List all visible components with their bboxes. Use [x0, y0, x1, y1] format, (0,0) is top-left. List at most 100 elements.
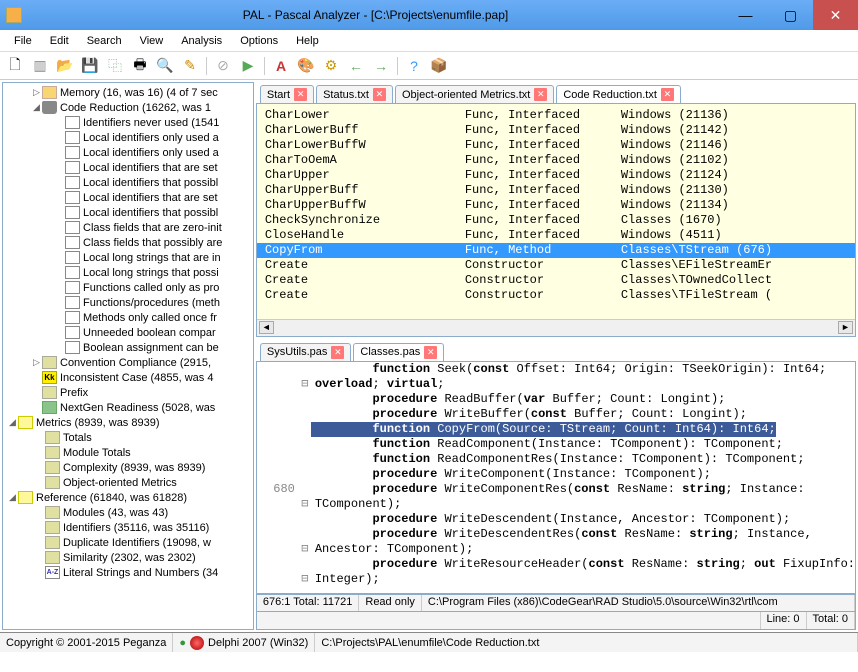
minimize-button[interactable]: — [723, 0, 768, 30]
save-button[interactable]: 💾 [79, 55, 101, 77]
close-icon[interactable]: ✕ [294, 88, 307, 101]
source-panel[interactable]: function Seek(const Offset: Int64; Origi… [256, 361, 856, 595]
copy-button[interactable]: ⿻ [104, 55, 126, 77]
tree-node[interactable]: Boolean assignment can be [3, 340, 253, 355]
report-row[interactable]: CharLowerBuffFunc, InterfacedWindows (21… [257, 123, 855, 138]
tree-node[interactable]: Local identifiers that possibl [3, 175, 253, 190]
menu-help[interactable]: Help [288, 33, 327, 49]
source-line[interactable]: ⊟Ancestor: TComponent); [257, 542, 855, 557]
report-row[interactable]: CopyFromFunc, MethodClasses\TStream (676… [257, 243, 855, 258]
tree-node[interactable]: ▷Memory (16, was 16) (4 of 7 sec [3, 85, 253, 100]
tree-node[interactable]: Local identifiers only used a [3, 145, 253, 160]
close-icon[interactable]: ✕ [534, 88, 547, 101]
tree-node[interactable]: NextGen Readiness (5028, was [3, 400, 253, 415]
tree-node[interactable]: Local long strings that possi [3, 265, 253, 280]
source-line[interactable]: procedure WriteDescendentRes(const ResNa… [257, 527, 855, 542]
menu-file[interactable]: File [6, 33, 40, 49]
tree-node[interactable]: Totals [3, 430, 253, 445]
tree-node[interactable]: Local long strings that are in [3, 250, 253, 265]
tree-node[interactable]: Identifiers (35116, was 35116) [3, 520, 253, 535]
close-icon[interactable]: ✕ [424, 346, 437, 359]
tree-node[interactable]: Unneeded boolean compar [3, 325, 253, 340]
tree-node[interactable]: Prefix [3, 385, 253, 400]
tree-node[interactable]: Methods only called once fr [3, 310, 253, 325]
report-row[interactable]: CheckSynchronizeFunc, InterfacedClasses … [257, 213, 855, 228]
source-line[interactable]: function CopyFrom(Source: TStream; Count… [257, 422, 855, 437]
maximize-button[interactable]: ▢ [768, 0, 813, 30]
close-icon[interactable]: ✕ [331, 346, 344, 359]
edit-button[interactable]: ✎ [179, 55, 201, 77]
tree-node[interactable]: Duplicate Identifiers (19098, w [3, 535, 253, 550]
scroll-left-icon[interactable]: ◄ [259, 321, 274, 334]
help-button[interactable]: ? [403, 55, 425, 77]
search-button[interactable]: 🔍 [154, 55, 176, 77]
report-row[interactable]: CharUpperBuffWFunc, InterfacedWindows (2… [257, 198, 855, 213]
report-row[interactable]: CreateConstructorClasses\EFileStreamEr [257, 258, 855, 273]
source-line[interactable]: function ReadComponent(Instance: TCompon… [257, 437, 855, 452]
source-line[interactable]: procedure WriteComponent(Instance: TComp… [257, 467, 855, 482]
forward-button[interactable]: → [370, 55, 392, 77]
menu-analysis[interactable]: Analysis [173, 33, 230, 49]
close-button[interactable]: ✕ [813, 0, 858, 30]
report-row[interactable]: CharLowerBuffWFunc, InterfacedWindows (2… [257, 138, 855, 153]
source-line[interactable]: function ReadComponentRes(Instance: TCom… [257, 452, 855, 467]
menu-edit[interactable]: Edit [42, 33, 77, 49]
report-row[interactable]: CharToOemAFunc, InterfacedWindows (21102… [257, 153, 855, 168]
tree-node[interactable]: Modules (43, was 43) [3, 505, 253, 520]
tree-node[interactable]: ◢Metrics (8939, was 8939) [3, 415, 253, 430]
menu-options[interactable]: Options [232, 33, 286, 49]
font-button[interactable]: A [270, 55, 292, 77]
print-button[interactable]: 🖶 [129, 55, 151, 77]
tab[interactable]: Object-oriented Metrics.txt✕ [395, 85, 554, 103]
source-line[interactable]: procedure WriteDescendent(Instance, Ance… [257, 512, 855, 527]
folder-button[interactable]: 📂 [54, 55, 76, 77]
report-row[interactable]: CreateConstructorClasses\TOwnedCollect [257, 273, 855, 288]
source-line[interactable]: 680 procedure WriteComponentRes(const Re… [257, 482, 855, 497]
stop-button[interactable]: ⊘ [212, 55, 234, 77]
tree-node[interactable]: Object-oriented Metrics [3, 475, 253, 490]
tree-node[interactable]: KkInconsistent Case (4855, was 4 [3, 370, 253, 385]
palette-button[interactable]: 🎨 [295, 55, 317, 77]
report-row[interactable]: CharUpperFunc, InterfacedWindows (21124) [257, 168, 855, 183]
open-button[interactable]: ▥ [29, 55, 51, 77]
tab[interactable]: Classes.pas✕ [353, 343, 444, 361]
source-line[interactable]: ⊟TComponent); [257, 497, 855, 512]
source-line[interactable]: ⊟Integer); [257, 572, 855, 587]
tree-panel[interactable]: ▷Memory (16, was 16) (4 of 7 sec ◢Code R… [2, 82, 254, 630]
tree-node[interactable]: ◢Reference (61840, was 61828) [3, 490, 253, 505]
source-line[interactable]: procedure ReadBuffer(var Buffer; Count: … [257, 392, 855, 407]
close-icon[interactable]: ✕ [373, 88, 386, 101]
report-panel[interactable]: CharLowerFunc, InterfacedWindows (21136)… [256, 104, 856, 337]
scrollbar[interactable]: ◄ ► [257, 319, 855, 336]
tree-node[interactable]: Local identifiers that are set [3, 190, 253, 205]
report-row[interactable]: CharUpperBuffFunc, InterfacedWindows (21… [257, 183, 855, 198]
menu-search[interactable]: Search [79, 33, 130, 49]
tree-node[interactable]: Local identifiers that possibl [3, 205, 253, 220]
source-line[interactable]: procedure WriteResourceHeader(const ResN… [257, 557, 855, 572]
tree-node[interactable]: Local identifiers that are set [3, 160, 253, 175]
tree-node[interactable]: A-ZLiteral Strings and Numbers (34 [3, 565, 253, 580]
tab[interactable]: SysUtils.pas✕ [260, 343, 352, 361]
new-button[interactable]: 🗋 [4, 55, 26, 77]
scroll-right-icon[interactable]: ► [838, 321, 853, 334]
report-row[interactable]: CharLowerFunc, InterfacedWindows (21136) [257, 108, 855, 123]
close-icon[interactable]: ✕ [661, 88, 674, 101]
tab[interactable]: Code Reduction.txt✕ [556, 85, 681, 103]
tree-node[interactable]: Class fields that possibly are [3, 235, 253, 250]
tree-node[interactable]: ◢Code Reduction (16262, was 1 [3, 100, 253, 115]
run-button[interactable]: ▶ [237, 55, 259, 77]
source-line[interactable]: function Seek(const Offset: Int64; Origi… [257, 362, 855, 377]
source-line[interactable]: procedure WriteBuffer(const Buffer; Coun… [257, 407, 855, 422]
tree-node[interactable]: Functions called only as pro [3, 280, 253, 295]
tree-node[interactable]: Functions/procedures (meth [3, 295, 253, 310]
gear-button[interactable]: ⚙ [320, 55, 342, 77]
source-line[interactable]: ⊟overload; virtual; [257, 377, 855, 392]
tree-node[interactable]: Class fields that are zero-init [3, 220, 253, 235]
tree-node[interactable]: Local identifiers only used a [3, 130, 253, 145]
report-row[interactable]: CloseHandleFunc, InterfacedWindows (4511… [257, 228, 855, 243]
report-row[interactable]: CreateConstructorClasses\TFileStream ( [257, 288, 855, 303]
tree-node[interactable]: Similarity (2302, was 2302) [3, 550, 253, 565]
box-button[interactable]: 📦 [428, 55, 450, 77]
back-button[interactable]: ← [345, 55, 367, 77]
tree-node[interactable]: Complexity (8939, was 8939) [3, 460, 253, 475]
